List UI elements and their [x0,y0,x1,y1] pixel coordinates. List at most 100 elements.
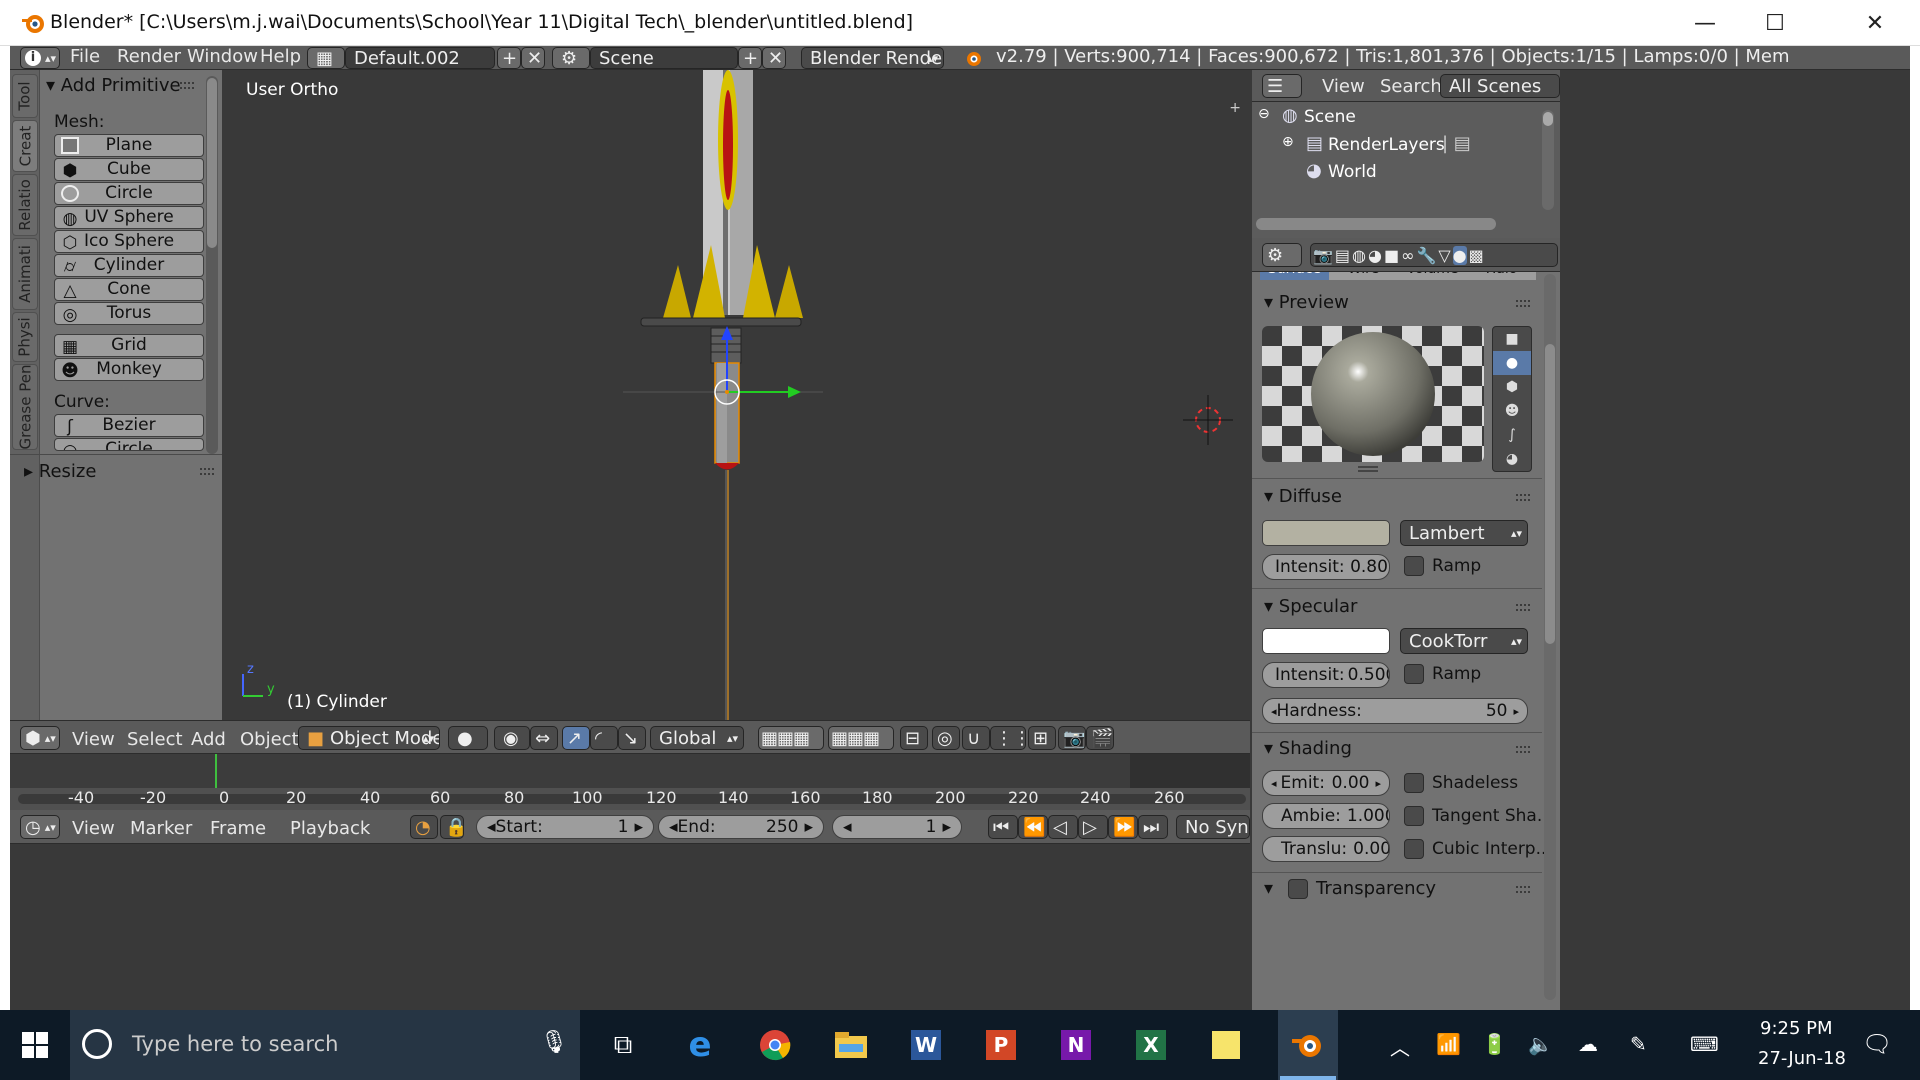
panel-drag-handle[interactable] [1516,604,1530,611]
properties-scrollbar[interactable] [1544,274,1556,1000]
panel-drag-handle[interactable] [180,82,194,89]
preview-monkey-icon[interactable]: ☻ [1493,399,1531,423]
manipulator-toggle[interactable]: ⇔ [530,726,558,750]
cubic-interpolation-checkbox[interactable] [1404,839,1424,859]
layers-group-1[interactable]: ▦▦▦ [758,726,824,750]
transparency-panel-header[interactable]: ▾ [1264,878,1273,899]
mode-dropdown[interactable]: ■ Object Mode ▴▾ [298,726,440,750]
outliner-row-scene[interactable]: ⊖ ◍ Scene [1252,104,1560,132]
add-ico-sphere-button[interactable]: ⬡ Ico Sphere [54,230,204,253]
search-box[interactable]: Type here to search 🎙 [70,1010,580,1080]
menu-add[interactable]: Add [191,729,226,750]
tangent-shading-checkbox[interactable] [1404,806,1424,826]
current-frame-field[interactable]: ◂ 1 ▸ [832,815,962,839]
scene-name[interactable]: Scene [590,47,738,69]
panel-drag-handle[interactable] [1516,300,1530,307]
outliner-row-renderlayers[interactable]: ⊕ ▤ RenderLayers | ▤ [1252,132,1560,160]
scale-manipulator-button[interactable]: ↘ [618,726,646,750]
collapse-icon[interactable]: ⊖ [1258,106,1270,122]
menu-help[interactable]: Help [260,46,301,67]
snap-target-button[interactable]: ⊞ [1028,726,1056,750]
translucency-field[interactable]: Translu:0.000 [1262,836,1390,862]
texture-tab-icon[interactable]: ▩ [1469,246,1484,265]
word-icon[interactable]: W [903,1022,949,1068]
3d-viewport[interactable]: User Ortho + z y (1) Cylinder [223,70,1251,720]
editor-type-info-button[interactable]: i ▴▾ [20,47,60,69]
pen-icon[interactable]: ✎ [1630,1032,1647,1056]
start-button[interactable] [12,1022,58,1068]
snap-toggle-button[interactable]: ∪ [962,726,990,750]
add-cube-button[interactable]: ⬢ Cube [54,158,204,181]
jump-keyframe-forward-button[interactable]: ⏩ [1108,815,1138,839]
render-layers-tab-icon[interactable]: ▤ [1335,246,1350,265]
diffuse-shader-dropdown[interactable]: Lambert ▴▾ [1400,520,1528,546]
modifiers-tab-icon[interactable]: 🔧 [1416,246,1436,265]
snap-element-dropdown[interactable]: ⋮⋮ [990,726,1026,750]
menu-timeline-view[interactable]: View [72,818,115,839]
menu-marker[interactable]: Marker [130,818,192,839]
start-frame-field[interactable]: ◂ Start: 1 ▸ [476,815,654,839]
render-engine-dropdown[interactable]: Blender Render ▴▾ [801,47,944,69]
preview-cube-icon[interactable]: ⬢ [1493,375,1531,399]
preview-panel-header[interactable]: ▾ Preview [1264,292,1349,313]
data-tab-icon[interactable]: ▽ [1438,246,1450,265]
properties-context-tabs[interactable]: 📷 ▤ ◍ ◕ ■ ∞ 🔧 ▽ ● ▩ [1310,243,1558,267]
menu-object[interactable]: Object [240,729,299,750]
blender-taskbar-icon[interactable] [1278,1010,1338,1080]
viewport-shading-dropdown[interactable]: ● [448,726,488,750]
jump-keyframe-back-button[interactable]: ⏪ [1018,815,1048,839]
timeline-ruler[interactable]: -40 -20 0 20 40 60 80 100 120 140 160 18… [10,788,1250,810]
tab-tool[interactable]: Tool [12,74,38,118]
resize-panel-header[interactable]: ▸ Resize [24,461,96,482]
preview-resize-handle[interactable] [1358,466,1378,472]
specular-panel-header[interactable]: ▾ Specular [1264,596,1357,617]
add-cone-button[interactable]: △ Cone [54,278,204,301]
render-opengl-animation-button[interactable]: 🎬 [1086,726,1114,750]
editor-type-3d-button[interactable]: ⬢ ▴▾ [20,726,60,750]
play-reverse-button[interactable]: ◁ [1048,815,1078,839]
clock-date[interactable]: 27-Jun-18 [1758,1048,1846,1069]
emit-field[interactable]: ◂ Emit: 0.00 ▸ [1262,770,1390,796]
menu-file[interactable]: File [70,46,100,67]
menu-frame[interactable]: Frame [210,818,266,839]
add-curve-circle-button[interactable]: ○ Circle [54,438,204,451]
preview-sphere-icon[interactable]: ● [1493,351,1531,375]
onedrive-icon[interactable]: ☁ [1578,1032,1598,1056]
diffuse-intensity-field[interactable]: Intensit: 0.800 [1262,554,1390,580]
current-frame-marker[interactable] [215,754,217,788]
specular-ramp-checkbox[interactable] [1404,664,1424,684]
specular-color-swatch[interactable] [1262,628,1390,654]
tab-animation[interactable]: Animati [12,238,38,310]
timeline-area[interactable] [10,754,1250,788]
tab-create[interactable]: Creat [12,120,38,172]
battery-icon[interactable]: 🔋 [1482,1032,1507,1056]
add-primitive-panel-header[interactable]: ▾ Add Primitive [46,75,181,96]
remove-layout-icon[interactable]: ✕ [521,47,545,69]
wifi-icon[interactable]: 📶 [1436,1032,1461,1056]
jump-start-button[interactable]: ⏮ [988,815,1018,839]
expand-icon[interactable]: ⊕ [1282,134,1294,150]
shading-panel-header[interactable]: ▾ Shading [1264,738,1352,759]
lock-camera-button[interactable]: ⊟ [900,726,928,750]
volume-icon[interactable]: 🔈 [1528,1032,1553,1056]
minimize-button[interactable]: — [1670,0,1740,46]
excel-icon[interactable]: X [1128,1022,1174,1068]
ambient-field[interactable]: Ambie:1.000 [1262,803,1390,829]
preview-sky-icon[interactable]: ◕ [1493,447,1531,471]
scene-selector[interactable]: ⚙ [552,47,590,69]
world-tab-icon[interactable]: ◕ [1368,246,1382,265]
chrome-icon[interactable] [752,1022,798,1068]
constraints-tab-icon[interactable]: ∞ [1401,246,1414,265]
specular-shader-dropdown[interactable]: CookTorr ▴▾ [1400,628,1528,654]
keyboard-icon[interactable]: ⌨ [1690,1032,1719,1056]
add-cylinder-button[interactable]: ⌭ Cylinder [54,254,204,277]
menu-window[interactable]: Window [187,46,258,67]
translate-manipulator-button[interactable]: ↗ [562,726,590,750]
outliner-menu-search[interactable]: Search [1380,76,1442,97]
sync-mode-dropdown[interactable]: No Sync [1176,815,1250,839]
screen-layout-name[interactable]: Default.002 [345,47,495,69]
tab-grease-pencil[interactable]: Grease Pen [12,364,38,450]
diffuse-color-swatch[interactable] [1262,520,1390,546]
rotate-manipulator-button[interactable]: ◜ [590,726,618,750]
outliner-hscrollbar[interactable] [1256,218,1496,230]
